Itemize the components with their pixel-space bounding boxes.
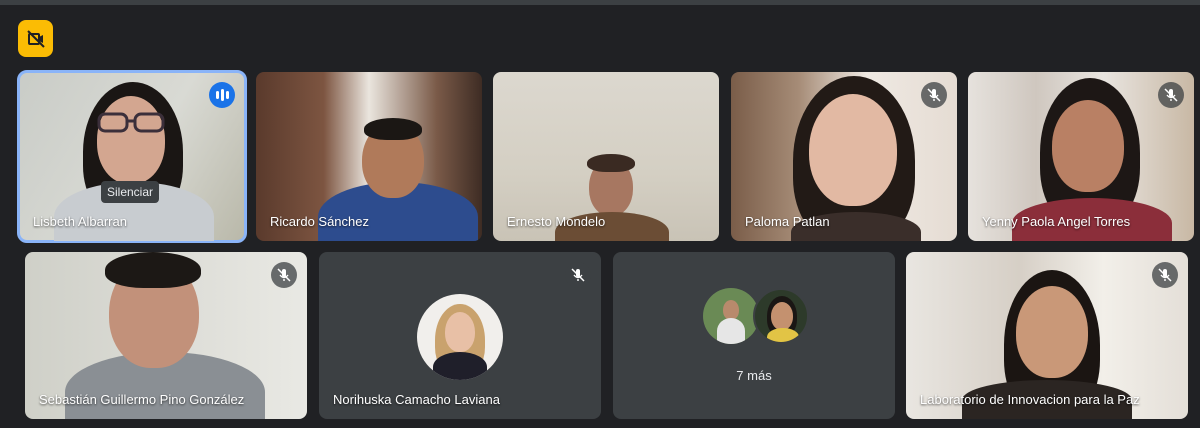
window-top-border — [0, 0, 1200, 5]
participant-hair — [364, 118, 422, 140]
avatar — [703, 288, 759, 344]
participant-tile-sebastian[interactable]: Sebastián Guillermo Pino González — [25, 252, 307, 419]
mic-off-icon — [1164, 88, 1178, 102]
mic-off-icon — [277, 268, 291, 282]
participant-body — [433, 352, 487, 380]
mic-off-icon — [1158, 268, 1172, 282]
participant-tile-norihuska[interactable]: Norihuska Camacho Laviana — [319, 252, 601, 419]
audio-level-icon — [220, 89, 224, 101]
video-off-badge[interactable] — [18, 20, 53, 57]
participant-tile-yenny[interactable]: Yenny Paola Angel Torres — [968, 72, 1194, 241]
participant-name: Paloma Patlan — [745, 214, 830, 229]
participant-name: Lisbeth Albarran — [33, 214, 127, 229]
more-participants-label: 7 más — [736, 368, 772, 383]
muted-indicator — [1158, 82, 1184, 108]
participant-name: Sebastián Guillermo Pino González — [39, 392, 245, 407]
audio-level-icon — [215, 91, 219, 99]
participant-hair — [587, 154, 635, 172]
mute-tooltip: Silenciar — [101, 181, 160, 203]
avatar — [753, 288, 809, 344]
participant-body — [717, 318, 745, 344]
participant-face — [1016, 286, 1088, 378]
participant-face — [97, 96, 165, 184]
participant-face — [1052, 100, 1124, 192]
participant-name: Norihuska Camacho Laviana — [333, 392, 500, 407]
participant-tile-lisbeth[interactable]: Lisbeth Albarran — [17, 70, 247, 243]
participant-tile-ricardo[interactable]: Ricardo Sánchez — [256, 72, 482, 241]
mic-off-icon — [571, 268, 585, 282]
participant-tile-laboratorio[interactable]: Laboratorio de Innovacion para la Paz — [906, 252, 1188, 419]
participant-tile-paloma[interactable]: Paloma Patlan — [731, 72, 957, 241]
participant-name: Yenny Paola Angel Torres — [982, 214, 1131, 229]
avatar — [417, 294, 503, 380]
participant-face — [771, 302, 793, 330]
participant-name: Laboratorio de Innovacion para la Paz — [920, 392, 1140, 407]
muted-indicator — [271, 262, 297, 288]
participant-face — [723, 300, 739, 320]
speaking-indicator — [209, 82, 235, 108]
muted-indicator — [1152, 262, 1178, 288]
participant-hair — [105, 252, 201, 288]
audio-level-icon — [225, 91, 229, 99]
glasses-icon — [97, 112, 165, 133]
participant-name: Ernesto Mondelo — [507, 214, 606, 229]
no-video-icon — [26, 29, 45, 48]
muted-indicator — [565, 262, 591, 288]
mic-off-icon — [927, 88, 941, 102]
participant-tile-ernesto[interactable]: Ernesto Mondelo — [493, 72, 719, 241]
participant-face — [445, 312, 475, 352]
more-participants-tile[interactable]: 7 más — [613, 252, 895, 419]
participant-body — [767, 328, 799, 342]
participant-face — [809, 94, 897, 206]
muted-indicator — [921, 82, 947, 108]
participant-name: Ricardo Sánchez — [270, 214, 369, 229]
